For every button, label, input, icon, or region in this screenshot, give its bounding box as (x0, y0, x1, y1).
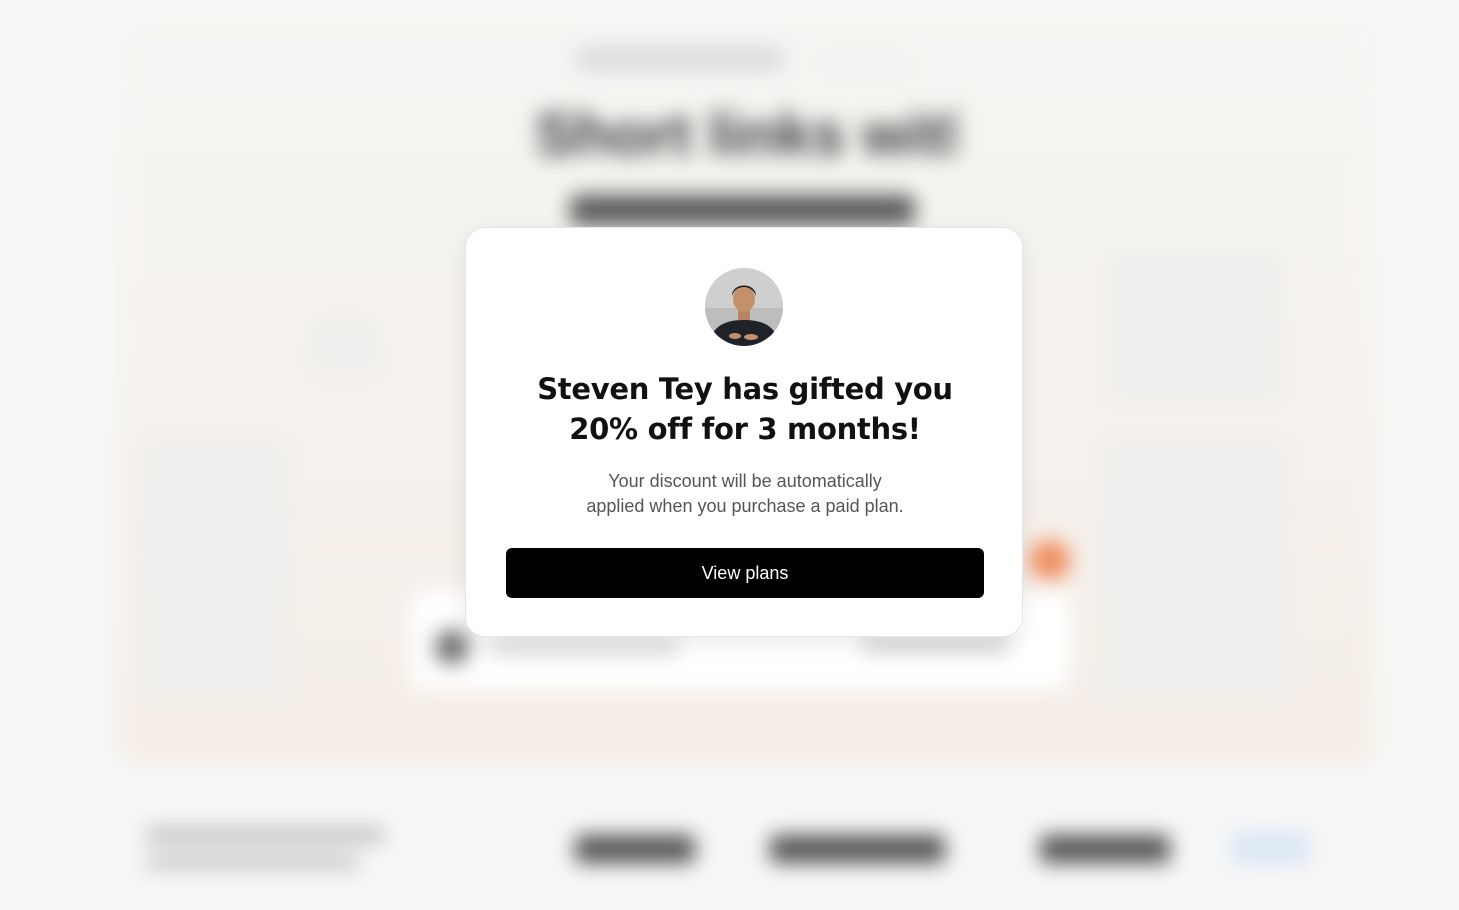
bg-card (1105, 250, 1285, 400)
view-plans-button[interactable]: View plans (506, 548, 984, 598)
bg-input-line (490, 640, 680, 654)
modal-description-line2: applied when you purchase a paid plan. (586, 496, 904, 516)
modal-description: Your discount will be automatically appl… (466, 469, 1024, 519)
footer-logo (1230, 830, 1310, 866)
footer-text (145, 855, 360, 869)
footer-text (145, 828, 385, 842)
modal-title-line1: Steven Tey has gifted you (537, 372, 953, 406)
bg-input-avatar (435, 630, 469, 664)
modal-description-line1: Your discount will be automatically (608, 471, 882, 491)
modal-title-line2: 20% off for 3 months! (569, 412, 921, 446)
modal-title: Steven Tey has gifted you 20% off for 3 … (466, 369, 1024, 449)
avatar (705, 268, 783, 346)
footer-logo (1040, 835, 1170, 863)
bg-input-line (860, 635, 1010, 653)
bg-card (140, 440, 290, 700)
hero-headline: Short links with (535, 105, 955, 165)
hero-subheadline (570, 195, 915, 225)
bg-card (310, 315, 380, 375)
person-photo-icon (705, 268, 783, 346)
nav-logo (575, 48, 785, 70)
bg-orange-dot (1030, 540, 1070, 580)
gift-discount-modal: Steven Tey has gifted you 20% off for 3 … (465, 227, 1023, 637)
nav-pill (815, 46, 917, 74)
footer-logo (770, 835, 945, 863)
footer-logo (575, 835, 695, 863)
bg-card (1100, 440, 1290, 700)
